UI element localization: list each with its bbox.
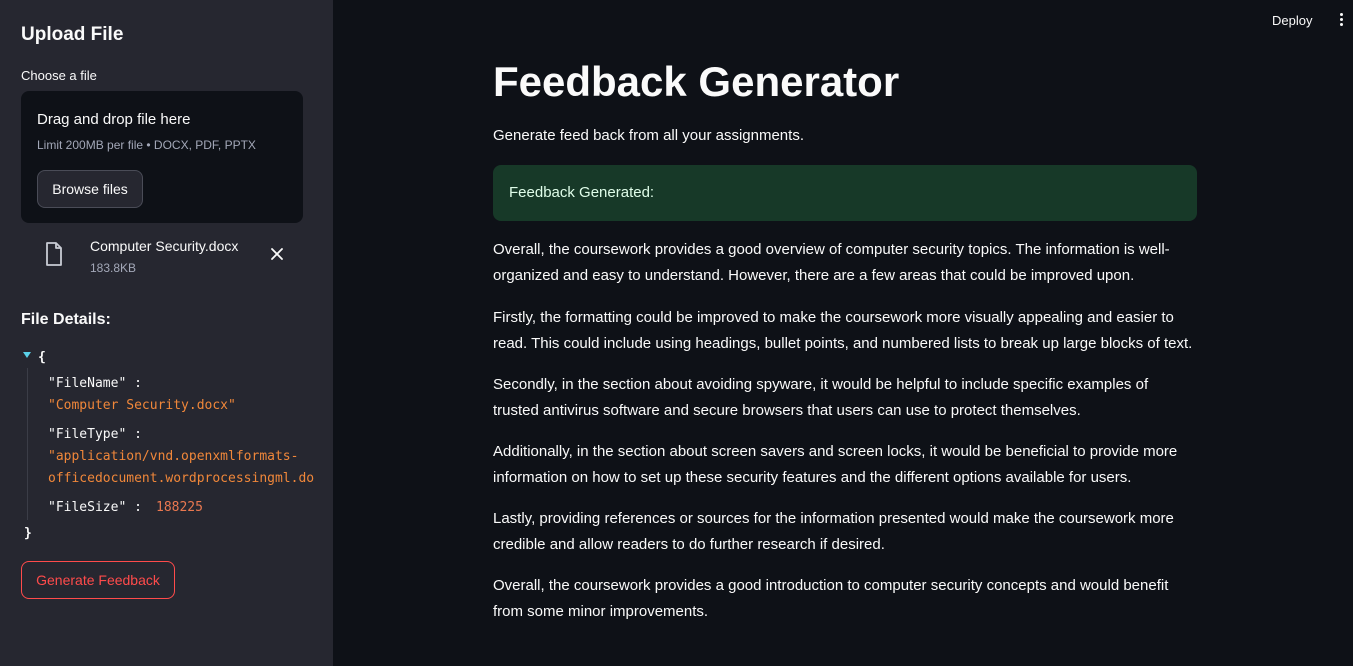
json-close-brace: }: [24, 526, 32, 541]
file-details-title: File Details:: [21, 311, 111, 328]
json-key-filesize: "FileSize" :: [48, 500, 142, 515]
uploader-label: Choose a file: [21, 68, 97, 83]
feedback-paragraph: Overall, the coursework provides a good …: [493, 241, 1170, 284]
json-key-filename: "FileName" :: [48, 376, 142, 391]
close-icon[interactable]: [269, 246, 285, 262]
feedback-paragraph: Secondly, in the section about avoiding …: [493, 376, 1149, 419]
json-key-filetype: "FileType" :: [48, 427, 142, 442]
feedback-paragraph: Lastly, providing references or sources …: [493, 510, 1174, 553]
file-size: 183.8KB: [90, 261, 137, 275]
success-alert: Feedback Generated:: [493, 165, 1197, 221]
json-guide-line: [27, 368, 28, 520]
browse-files-button[interactable]: Browse files: [37, 170, 143, 208]
page-subtitle: Generate feed back from all your assignm…: [493, 127, 804, 144]
feedback-paragraph: Overall, the coursework provides a good …: [493, 577, 1169, 620]
page-title: Feedback Generator: [493, 58, 900, 105]
file-name: Computer Security.docx: [90, 238, 239, 254]
json-value-filetype-line2: officedocument.wordprocessingml.do: [48, 471, 315, 486]
file-dropzone[interactable]: Drag and drop file here Limit 200MB per …: [21, 91, 303, 223]
json-viewer: { "FileName" : "Computer Security.docx" …: [21, 348, 333, 548]
file-icon: [46, 242, 62, 266]
sidebar: Upload File Choose a file Drag and drop …: [0, 0, 333, 666]
generate-feedback-button[interactable]: Generate Feedback: [21, 561, 175, 599]
dropzone-title: Drag and drop file here: [37, 111, 191, 128]
dropzone-limit: Limit 200MB per file • DOCX, PDF, PPTX: [37, 138, 256, 152]
deploy-button[interactable]: Deploy: [1272, 13, 1312, 28]
uploaded-file: Computer Security.docx 183.8KB: [21, 234, 303, 280]
caret-down-icon[interactable]: [23, 352, 31, 358]
kebab-menu-icon[interactable]: [1338, 13, 1344, 29]
json-value-filetype-line1: "application/vnd.openxmlformats-: [48, 449, 299, 464]
feedback-paragraph: Additionally, in the section about scree…: [493, 443, 1178, 486]
feedback-paragraph: Firstly, the formatting could be improve…: [493, 309, 1193, 352]
json-value-filename: "Computer Security.docx": [48, 398, 236, 413]
json-value-filesize: 188225: [156, 500, 203, 515]
json-open-brace: {: [38, 350, 46, 365]
sidebar-title: Upload File: [21, 24, 124, 45]
